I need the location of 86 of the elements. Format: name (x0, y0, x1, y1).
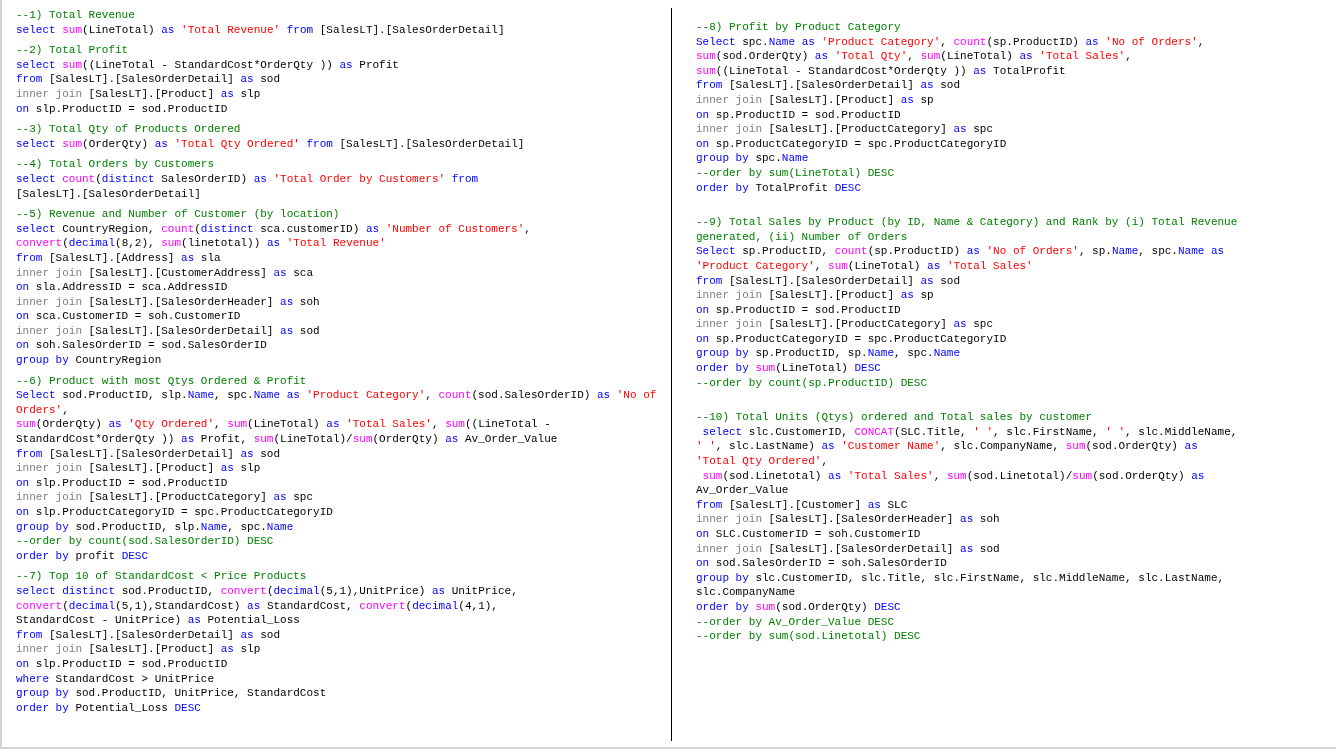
code-line: order by profit DESC (16, 548, 150, 564)
code-line: on SLC.CustomerID = soh.CustomerID (696, 527, 922, 542)
code-line: on sod.SalesOrderID = soh.SalesOrderID (696, 556, 948, 571)
code-line: select sum(LineTotal) as 'Total Revenue' from [SalesLT].[SalesOrderDetail] (16, 22, 506, 38)
code-line: on slp.ProductID = sod.ProductID (16, 101, 229, 117)
code-line: [SalesLT].[SalesOrderDetail] (16, 186, 202, 202)
code-line: StandardCost*OrderQty )) as Profit, sum(LineTotal)/sum(OrderQty) as Av_Order_Value (16, 432, 559, 447)
code-line: order by TotalProfit DESC (696, 180, 863, 196)
code-line: inner join [SalesLT].[Product] as sp (696, 92, 935, 108)
code-line: on sca.CustomerID = soh.CustomerID (16, 309, 242, 324)
code-line: inner join [SalesLT].[SalesOrderDetail] as sod (696, 541, 1001, 557)
code-line: inner join [SalesLT].[Product] as sp (696, 288, 935, 303)
code-line: --3) Total Qty of Products Ordered (16, 122, 242, 137)
code-line: inner join [SalesLT].[Product] as slp (16, 461, 262, 476)
code-line: on slp.ProductID = sod.ProductID (16, 656, 229, 672)
code-line: --6) Product with most Qtys Ordered & Profit (16, 373, 308, 389)
code-line: group by CountryRegion (16, 353, 163, 368)
code-line: where StandardCost > UnitPrice (16, 671, 216, 687)
code-line: ' ', slc.LastName) as 'Customer Name', slc.CompanyName, sum(sod.OrderQty) as (696, 439, 1199, 455)
code-line: inner join [SalesLT].[SalesOrderHeader] as soh (16, 294, 321, 310)
code-line: --order by sum(LineTotal) DESC (696, 165, 896, 181)
code-line: group by sod.ProductID, slp.Name, spc.Name (16, 519, 295, 535)
code-line: --order by sum(sod.Linetotal) DESC (696, 629, 922, 644)
code-line: StandardCost - UnitPrice) as Potential_Loss (16, 613, 301, 628)
code-line: sum((LineTotal - StandardCost*OrderQty )) as TotalProfit (696, 63, 1067, 79)
code-line: convert(decimal(8,2), sum(linetotal)) as 'Total Revenue' (16, 236, 387, 251)
code-line: select CountryRegion, count(distinct sca.customerID) as 'Number of Customers', (16, 221, 532, 237)
code-line: inner join [SalesLT].[SalesOrderDetail] as sod (16, 323, 321, 339)
code-line: slc.CompanyName (696, 585, 797, 600)
code-line: on soh.SalesOrderID = sod.SalesOrderID (16, 338, 268, 354)
code-line: inner join [SalesLT].[ProductCategory] as spc (696, 122, 995, 137)
code-line: --4) Total Orders by Customers (16, 157, 216, 172)
code-line: group by slc.CustomerID, slc.Title, slc.FirstName, slc.MiddleName, slc.LastName, (696, 570, 1226, 586)
code-line: Select sod.ProductID, slp.Name, spc.Name as 'Product Category', count(sod.SalesOrderID) as 'No of (16, 388, 658, 403)
code-line: inner join [SalesLT].[SalesOrderHeader] as soh (696, 512, 1001, 527)
code-line: select distinct sod.ProductID, convert(decimal(5,1),UnitPrice) as UnitPrice, (16, 583, 519, 599)
code-line: --order by Av_Order_Value DESC (696, 614, 896, 630)
code-line: inner join [SalesLT].[Product] as slp (16, 86, 262, 102)
code-line: 'Product Category', sum(LineTotal) as 'Total Sales' (696, 258, 1034, 274)
code-line: Orders', (16, 402, 70, 418)
code-line: from [SalesLT].[SalesOrderDetail] as sod (696, 78, 962, 93)
code-line: Av_Order_Value (696, 483, 790, 498)
code-line: from [SalesLT].[SalesOrderDetail] as sod (696, 273, 962, 289)
code-line: from [SalesLT].[Customer] as SLC (696, 497, 909, 513)
code-line: from [SalesLT].[SalesOrderDetail] as sod (16, 446, 282, 462)
code-line: inner join [SalesLT].[ProductCategory] as spc (696, 317, 995, 332)
code-line: --9) Total Sales by Product (by ID, Name & Category) and Rank by (i) Total Revenue (696, 215, 1239, 230)
code-line: --1) Total Revenue (16, 8, 136, 23)
code-line: select slc.CustomerID, CONCAT(SLC.Title, ' ', slc.FirstName, ' ', slc.MiddleName, (701, 424, 1239, 440)
code-line: --2) Total Profit (16, 43, 130, 58)
code-line: on slp.ProductID = sod.ProductID (16, 475, 229, 491)
code-line: order by sum(LineTotal) DESC (696, 361, 882, 376)
code-line: order by sum(sod.OrderQty) DESC (696, 599, 902, 615)
code-line: Select sp.ProductID, count(sp.ProductID) as 'No of Orders', sp.Name, spc.Name as (696, 244, 1226, 259)
code-line: Select spc.Name as 'Product Category', count(sp.ProductID) as 'No of Orders', (696, 34, 1206, 50)
code-line: inner join [SalesLT].[CustomerAddress] as sca (16, 265, 315, 281)
code-line: on sp.ProductCategoryID = spc.ProductCategoryID (696, 136, 1008, 152)
code-line: order by Potential_Loss DESC (16, 700, 202, 716)
code-line: select count(distinct SalesOrderID) as 'Total Order by Customers' from (16, 171, 480, 187)
code-line: from [SalesLT].[SalesOrderDetail] as sod (16, 627, 282, 643)
code-line: select sum(OrderQty) as 'Total Qty Ordered' from [SalesLT].[SalesOrderDetail] (16, 136, 526, 152)
code-line: from [SalesLT].[SalesOrderDetail] as sod (16, 72, 282, 87)
code-line: select sum((LineTotal - StandardCost*OrderQty )) as Profit (16, 57, 400, 73)
code-line: group by sp.ProductID, sp.Name, spc.Name (696, 346, 962, 362)
code-line: on sp.ProductID = sod.ProductID (696, 302, 902, 318)
code-line: on sp.ProductCategoryID = spc.ProductCategoryID (696, 331, 1008, 347)
code-line: 'Total Qty Ordered', (696, 454, 830, 469)
code-line: inner join [SalesLT].[Product] as slp (16, 642, 262, 657)
code-line: --order by count(sod.SalesOrderID) DESC (16, 534, 275, 549)
code-line: sum(sod.Linetotal) as 'Total Sales', sum(sod.Linetotal)/sum(sod.OrderQty) as (701, 468, 1206, 484)
code-line: --order by count(sp.ProductID) DESC (696, 375, 929, 391)
code-line: on sp.ProductID = sod.ProductID (696, 107, 902, 123)
code-line: generated, (ii) Number of Orders (696, 229, 909, 245)
code-line: --10) Total Units (Qtys) ordered and Total sales by customer (696, 410, 1094, 425)
code-line: group by sod.ProductID, UnitPrice, StandardCost (16, 686, 328, 701)
code-line: convert(decimal(5,1),StandardCost) as StandardCost, convert(decimal(4,1), (16, 598, 499, 614)
code-line: --8) Profit by Product Category (696, 20, 902, 35)
code-line: on sla.AddressID = sca.AddressID (16, 280, 229, 295)
code-line: --7) Top 10 of StandardCost < Price Products (16, 569, 308, 584)
code-line: inner join [SalesLT].[ProductCategory] as spc (16, 490, 315, 505)
code-line: --5) Revenue and Number of Customer (by location) (16, 207, 341, 222)
code-line: from [SalesLT].[Address] as sla (16, 250, 222, 266)
code-line: on slp.ProductCategoryID = spc.ProductCategoryID (16, 505, 334, 520)
code-line: group by spc.Name (696, 151, 810, 166)
code-line: sum(sod.OrderQty) as 'Total Qty', sum(LineTotal) as 'Total Sales', (696, 49, 1133, 64)
code-line: sum(OrderQty) as 'Qty Ordered', sum(LineTotal) as 'Total Sales', sum((LineTotal - (16, 417, 552, 433)
